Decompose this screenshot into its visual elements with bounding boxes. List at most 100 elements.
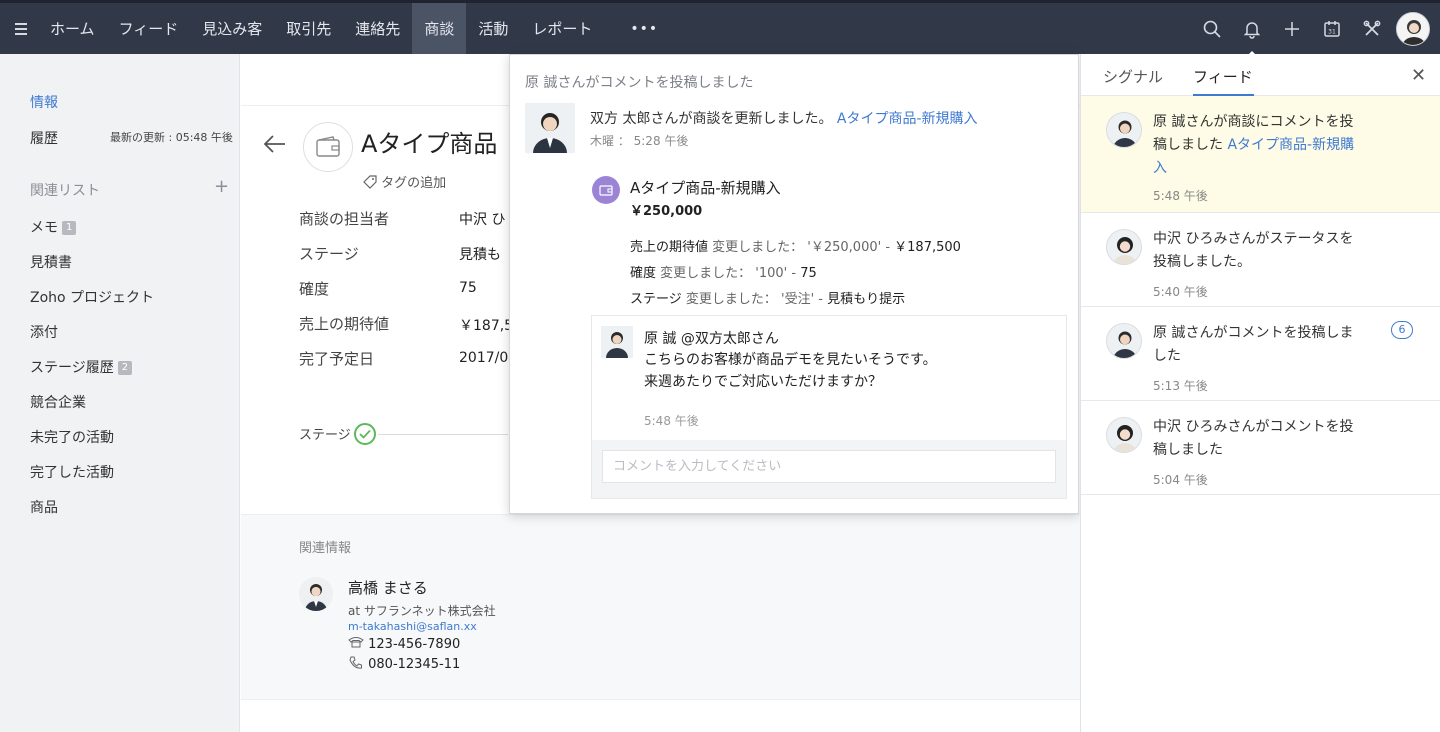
sidebar-item-products[interactable]: 商品 bbox=[30, 497, 58, 517]
sidebar-info[interactable]: 情報 bbox=[30, 92, 58, 112]
contact-name[interactable]: 高橋 まさる bbox=[348, 577, 428, 598]
nav-deals[interactable]: 商談 bbox=[412, 3, 467, 54]
user-avatar[interactable] bbox=[1396, 11, 1430, 46]
nav-contacts[interactable]: 連絡先 bbox=[343, 3, 412, 54]
field-value-probability[interactable]: 75 bbox=[459, 280, 477, 296]
nav-more-button[interactable]: ••• bbox=[604, 3, 684, 54]
change-row: ステージ 変更しました： '受注' - 見積もり提示 bbox=[630, 288, 905, 307]
comment-author: 原 誠 @双方太郎さん bbox=[644, 331, 779, 347]
sidebar-item-competitors[interactable]: 競合企業 bbox=[30, 392, 86, 412]
nav-accounts[interactable]: 取引先 bbox=[274, 3, 343, 54]
change-text: 変更しました： '100' - bbox=[656, 266, 801, 281]
comment-input-area bbox=[592, 440, 1066, 498]
sidebar-item-open-activities[interactable]: 未完了の活動 bbox=[30, 427, 114, 447]
comment-count-badge[interactable]: 6 bbox=[1391, 321, 1413, 339]
contact-mobile[interactable]: 080-12345-11 bbox=[348, 656, 460, 672]
nav-reports[interactable]: レポート bbox=[520, 3, 604, 54]
sidebar-item-zoho-projects[interactable]: Zoho プロジェクト bbox=[30, 287, 154, 307]
comment-timestamp: 5:48 午後 bbox=[644, 414, 699, 428]
plus-icon[interactable] bbox=[1272, 3, 1312, 54]
add-tag-label: タグの追加 bbox=[381, 176, 447, 191]
feed-item[interactable]: 原 誠さんがコメントを投稿しました 6 5:13 午後 bbox=[1081, 307, 1440, 401]
related-info-heading: 関連情報 bbox=[299, 541, 352, 556]
nav-leads[interactable]: 見込み客 bbox=[190, 3, 274, 54]
count-badge: 2 bbox=[117, 361, 133, 375]
tag-icon bbox=[363, 175, 377, 189]
check-icon[interactable] bbox=[354, 423, 376, 445]
sidebar-history[interactable]: 履歴 bbox=[30, 128, 58, 148]
contact-mobile-number: 080-12345-11 bbox=[368, 657, 461, 672]
sidebar-item-quotes[interactable]: 見積書 bbox=[30, 252, 72, 272]
comment-input[interactable] bbox=[602, 450, 1056, 483]
sidebar-item-label: メモ bbox=[30, 220, 58, 236]
sidebar-item-attachments[interactable]: 添付 bbox=[30, 322, 58, 342]
change-new-value: 75 bbox=[800, 266, 817, 281]
feed-avatar bbox=[1106, 417, 1142, 453]
feed-item[interactable]: 中沢 ひろみさんがステータスを投稿しました。 5:40 午後 bbox=[1081, 213, 1440, 307]
contact-company: at サフランネット株式会社 bbox=[348, 604, 496, 618]
contact-email-link[interactable]: m-takahashi@saflan.xx bbox=[348, 620, 477, 633]
feed-timestamp: 5:04 午後 bbox=[1153, 473, 1208, 487]
tab-feed[interactable]: フィード bbox=[1193, 66, 1253, 87]
update-author-avatar[interactable] bbox=[525, 103, 575, 153]
top-navigation-bar: ホーム フィード 見込み客 取引先 連絡先 商談 活動 レポート ••• 31 bbox=[0, 0, 1440, 58]
change-row: 確度 変更しました： '100' - 75 bbox=[630, 262, 817, 281]
field-label-closing-date: 完了予定日 bbox=[299, 350, 375, 368]
feed-avatar bbox=[1106, 323, 1142, 359]
close-icon[interactable]: ✕ bbox=[1411, 65, 1426, 86]
search-icon[interactable] bbox=[1192, 3, 1232, 54]
deal-link[interactable]: Aタイプ商品-新規購入 bbox=[837, 111, 978, 127]
feed-message: 原 誠さんがコメントを投稿しました bbox=[1153, 325, 1354, 364]
notification-bell-icon[interactable] bbox=[1232, 3, 1272, 58]
add-related-button[interactable]: + bbox=[214, 176, 229, 197]
change-row: 売上の期待値 変更しました： '￥250,000' - ￥187,500 bbox=[630, 236, 961, 255]
change-field: 売上の期待値 bbox=[630, 240, 709, 255]
contact-phone-number: 123-456-7890 bbox=[368, 637, 461, 652]
comment-author-avatar[interactable] bbox=[601, 326, 633, 358]
contact-avatar[interactable] bbox=[299, 577, 333, 611]
nav-home[interactable]: ホーム bbox=[38, 3, 107, 54]
related-info-section: 関連情報 高橋 まさる at サフランネット株式会社 m-takahashi@s… bbox=[241, 514, 1081, 700]
nav-feed[interactable]: フィード bbox=[107, 3, 191, 54]
sidebar-item-stage-history[interactable]: ステージ履歴 2 bbox=[30, 357, 133, 377]
hamburger-menu-icon[interactable] bbox=[4, 3, 38, 54]
tab-signals[interactable]: シグナル bbox=[1103, 66, 1163, 87]
feed-timestamp: 5:40 午後 bbox=[1153, 285, 1208, 299]
feed-timestamp: 5:13 午後 bbox=[1153, 379, 1208, 393]
update-message: 双方 太郎さんが商談を更新しました。 Aタイプ商品-新規購入 bbox=[590, 108, 978, 128]
comment-text-line-1: こちらのお客様が商品デモを見たいそうです。 bbox=[644, 352, 937, 368]
main-nav: ホーム フィード 見込み客 取引先 連絡先 商談 活動 レポート ••• bbox=[38, 3, 684, 54]
sidebar-item-memo[interactable]: メモ 1 bbox=[30, 217, 77, 237]
count-badge: 1 bbox=[62, 221, 77, 235]
sidebar-item-label: ステージ履歴 bbox=[30, 360, 114, 376]
feed-message: 中沢 ひろみさんがステータスを投稿しました。 bbox=[1153, 231, 1354, 270]
field-label-stage: ステージ bbox=[299, 245, 359, 263]
field-value-stage[interactable]: 見積も bbox=[459, 244, 501, 264]
panel-tabs: シグナル フィード ✕ bbox=[1081, 54, 1440, 96]
add-tag-button[interactable]: タグの追加 bbox=[363, 172, 446, 191]
change-new-value: 見積もり提示 bbox=[827, 292, 906, 307]
change-new-value: ￥187,500 bbox=[894, 240, 961, 255]
page-title: Aタイプ商品 bbox=[361, 130, 498, 158]
contact-phone[interactable]: 123-456-7890 bbox=[348, 636, 460, 652]
wallet-icon bbox=[303, 122, 353, 172]
feed-message: 原 誠さんが商談にコメントを投稿しました Aタイプ商品-新規購入 bbox=[1153, 111, 1363, 180]
field-label-probability: 確度 bbox=[299, 280, 330, 298]
phone-icon bbox=[348, 637, 364, 648]
feed-avatar bbox=[1106, 229, 1142, 265]
feed-item[interactable]: 原 誠さんが商談にコメントを投稿しました Aタイプ商品-新規購入 5:48 午後 bbox=[1081, 96, 1440, 213]
related-list-heading: 関連リスト bbox=[30, 183, 100, 199]
change-field: ステージ bbox=[630, 292, 682, 307]
deal-card-name[interactable]: Aタイプ商品-新規購入 bbox=[630, 177, 781, 198]
comment-thread: 原 誠 @双方太郎さん こちらのお客様が商品デモを見たいそうです。 来週あたりで… bbox=[591, 315, 1067, 499]
field-value-owner[interactable]: 中沢 ひ bbox=[459, 209, 505, 229]
nav-activities[interactable]: 活動 bbox=[466, 3, 520, 54]
feed-item[interactable]: 中沢 ひろみさんがコメントを投稿しました 5:04 午後 bbox=[1081, 401, 1440, 495]
tools-icon[interactable] bbox=[1352, 3, 1392, 54]
back-arrow-icon[interactable] bbox=[263, 134, 287, 158]
comment-text-line-2: 来週あたりでご対応いただけますか？ bbox=[644, 374, 882, 390]
update-timestamp: 木曜 ： 5:28 午後 bbox=[590, 134, 689, 148]
stage-progress-line bbox=[378, 434, 508, 435]
calendar-icon[interactable]: 31 bbox=[1312, 3, 1352, 54]
sidebar-item-closed-activities[interactable]: 完了した活動 bbox=[30, 462, 114, 482]
